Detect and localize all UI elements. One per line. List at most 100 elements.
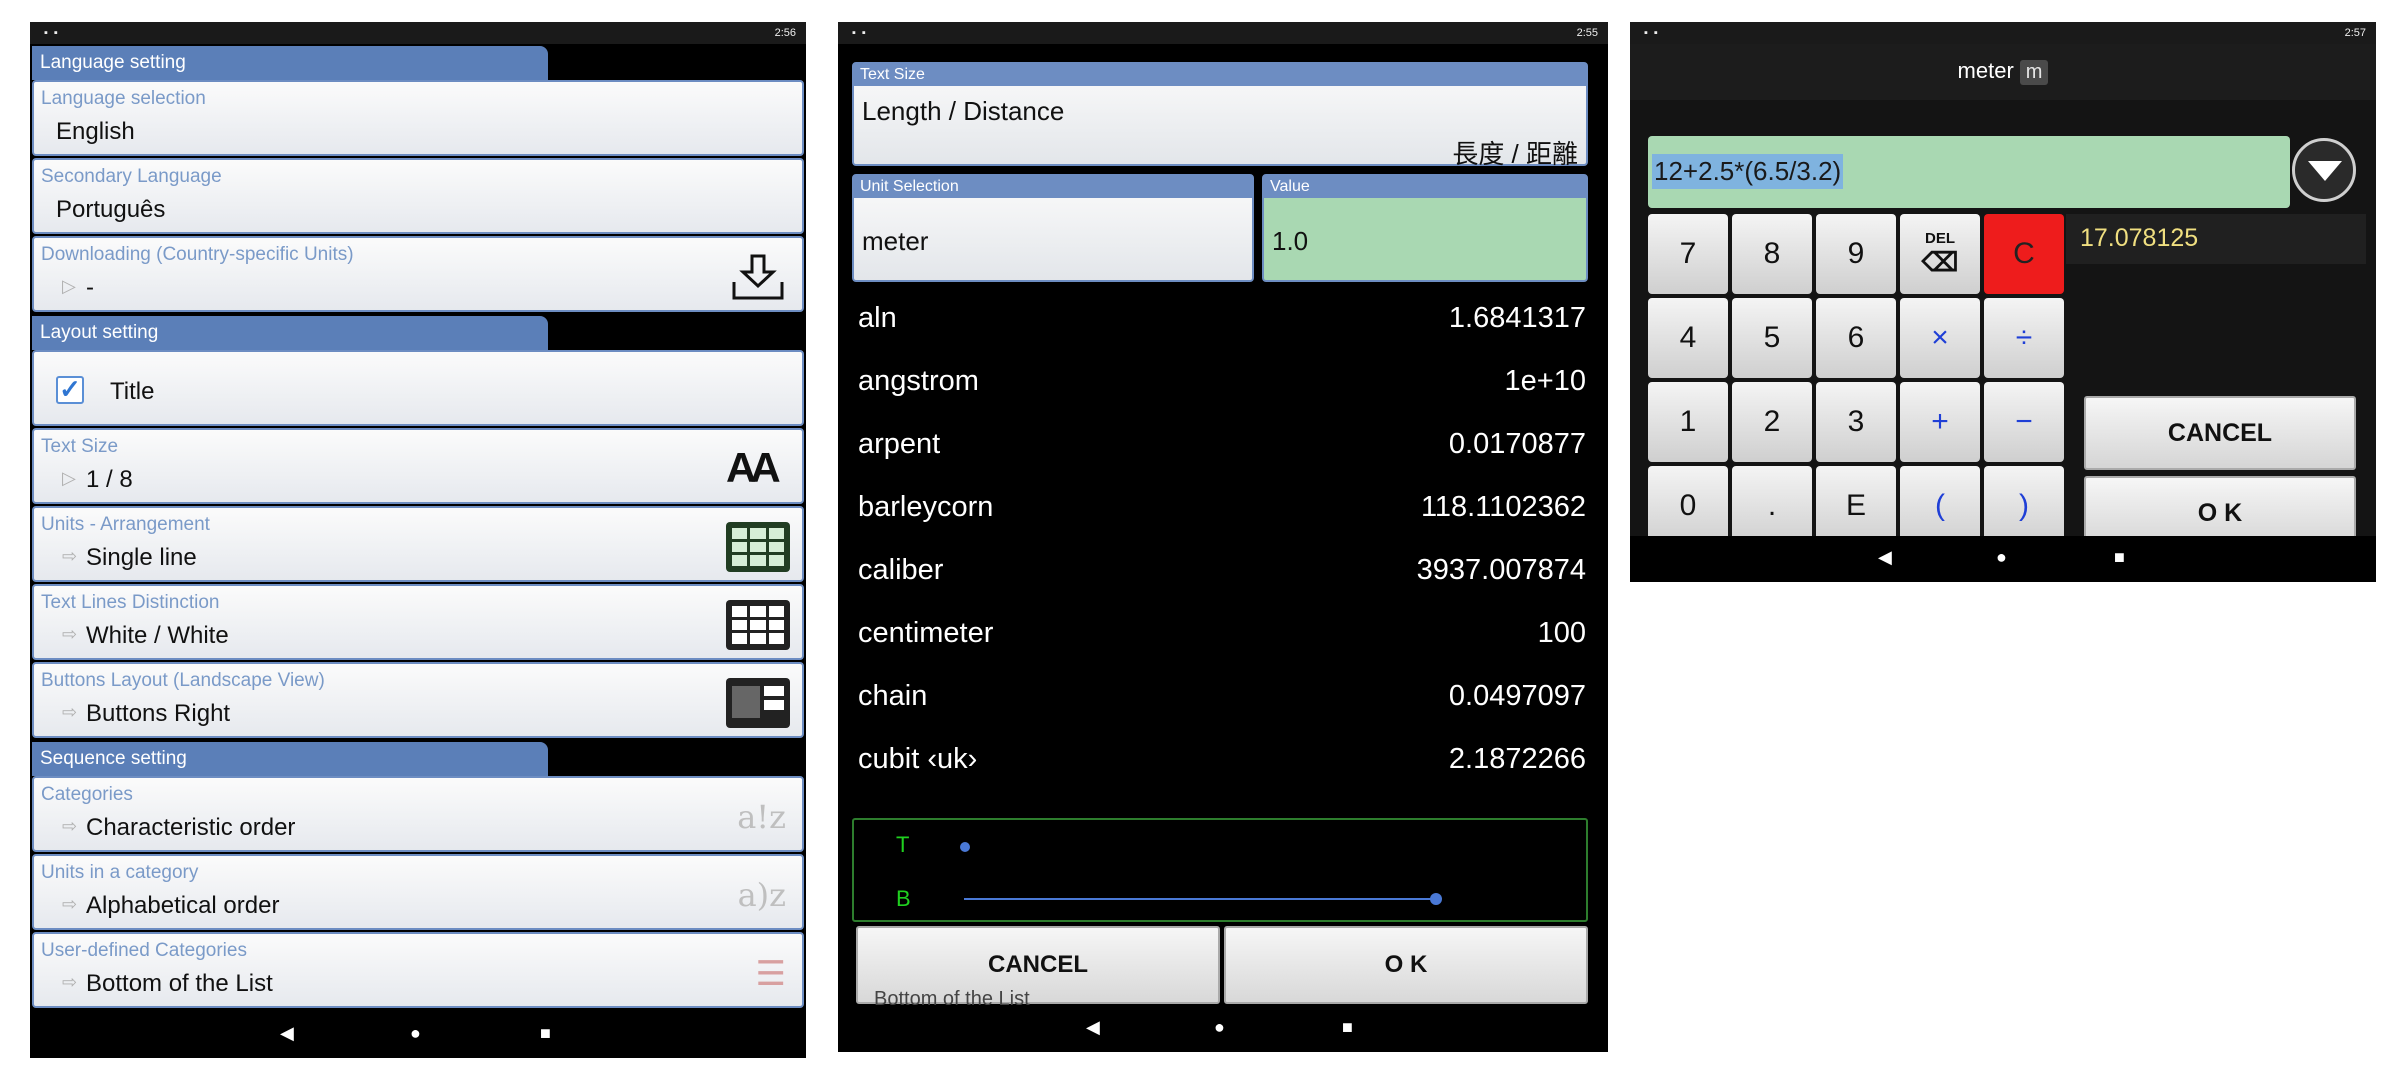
unit-row[interactable]: caliber 3937.007874 — [852, 540, 1596, 603]
arrow-icon: ⇨ — [62, 624, 78, 644]
unit-row[interactable]: centimeter 100 — [852, 603, 1596, 666]
close-paren-key[interactable]: ) — [1984, 466, 2064, 536]
row-text-size[interactable]: Text Size ▷ 1 / 8 AA — [32, 428, 804, 504]
row-value: Português — [56, 196, 166, 223]
text-size-icon: AA — [726, 444, 781, 491]
unit-value: 118.1102362 — [1420, 491, 1586, 523]
row-label: Text Lines Distinction — [41, 592, 220, 613]
open-paren-key[interactable]: ( — [1900, 466, 1980, 536]
title-checkbox[interactable]: ✓ — [56, 376, 84, 404]
home-icon[interactable]: ● — [1214, 1017, 1225, 1038]
unit-row[interactable]: arpent 0.0170877 — [852, 414, 1596, 477]
selected-unit: meter — [862, 226, 929, 256]
background-row-text: Bottom of the List — [874, 988, 1030, 1006]
key-5[interactable]: 5 — [1732, 298, 1812, 378]
key-1[interactable]: 1 — [1648, 382, 1728, 462]
row-label: Language selection — [41, 88, 206, 109]
category-box[interactable]: Text Size Length / Distance 長度 / 距離 — [852, 62, 1588, 169]
unit-row[interactable]: aln 1.6841317 — [852, 288, 1596, 351]
sort-icon: a!z — [737, 798, 786, 836]
exponent-key[interactable]: E — [1816, 466, 1896, 536]
minus-key[interactable]: − — [1984, 382, 2064, 462]
key-2[interactable]: 2 — [1732, 382, 1812, 462]
clear-key[interactable]: C — [1984, 214, 2064, 294]
conversion-screen: ▪▪ 2:55 Text Size Length / Distance 長度 /… — [838, 22, 1608, 1052]
unit-selection[interactable]: Unit Selection meter — [852, 174, 1254, 282]
row-downloading[interactable]: Downloading (Country-specific Units) ▷ - — [32, 236, 804, 312]
row-units-arrangement[interactable]: Units - Arrangement ⇨ Single line — [32, 506, 804, 582]
ok-button[interactable]: O K — [2084, 476, 2356, 536]
row-buttons-layout[interactable]: Buttons Layout (Landscape View) ⇨ Button… — [32, 662, 804, 738]
graph-area: T B — [852, 818, 1588, 922]
key-4[interactable]: 4 — [1648, 298, 1728, 378]
multiply-key[interactable]: × — [1900, 298, 1980, 378]
divide-key[interactable]: ÷ — [1984, 298, 2064, 378]
row-label: Categories — [41, 784, 133, 805]
row-language-selection[interactable]: Language selection English — [32, 80, 804, 156]
graph-bottom-label: B — [896, 886, 911, 911]
plus-key[interactable]: + — [1900, 382, 1980, 462]
row-label: Downloading (Country-specific Units) — [41, 244, 354, 265]
text-size-header: Text Size — [854, 64, 1586, 86]
unit-row[interactable]: chain 0.0497097 — [852, 666, 1596, 729]
unit-row[interactable]: barleycorn 118.1102362 — [852, 477, 1596, 540]
section-sequence-setting: Sequence setting — [32, 742, 548, 776]
delete-key[interactable]: DEL ⌫ — [1900, 214, 1980, 294]
home-icon[interactable]: ● — [410, 1023, 421, 1044]
backspace-icon: ⌫ — [1921, 247, 1959, 277]
calculator-screen: ▪▪ 2:57 meter m 12+2.5*(6.5/3.2) 7 8 9 DE… — [1630, 22, 2376, 582]
row-value: 1 / 8 — [86, 466, 133, 493]
back-icon[interactable]: ◀ — [280, 1023, 294, 1044]
recent-apps-icon[interactable]: ■ — [1342, 1017, 1353, 1038]
notification-icons: ▪▪ — [44, 27, 64, 39]
row-value: Single line — [86, 544, 197, 571]
key-7[interactable]: 7 — [1648, 214, 1728, 294]
result-display: 17.078125 — [2066, 214, 2366, 264]
key-8[interactable]: 8 — [1732, 214, 1812, 294]
unit-name: chain — [858, 680, 928, 712]
key-9[interactable]: 9 — [1816, 214, 1896, 294]
unit-row[interactable]: cubit ‹uk› 2.1872266 — [852, 729, 1596, 792]
arrow-icon: ⇨ — [62, 816, 78, 836]
arrow-icon: ⇨ — [62, 702, 78, 722]
ok-button[interactable]: O K — [1224, 926, 1588, 1004]
download-icon[interactable] — [726, 252, 790, 302]
recent-apps-icon[interactable]: ■ — [2114, 547, 2125, 568]
decimal-key[interactable]: . — [1732, 466, 1812, 536]
cancel-button[interactable]: CANCEL — [2084, 396, 2356, 470]
row-value: Title — [110, 378, 155, 405]
row-text-lines-distinction[interactable]: Text Lines Distinction ⇨ White / White — [32, 584, 804, 660]
conversion-dialog: Text Size Length / Distance 長度 / 距離 Unit… — [838, 44, 1608, 1006]
row-units-in-category[interactable]: Units in a category ⇨ Alphabetical order… — [32, 854, 804, 930]
unit-symbol-badge: m — [2019, 60, 2049, 85]
calculator-dialog: meter m 12+2.5*(6.5/3.2) 7 8 9 DEL ⌫ C 4 5… — [1630, 44, 2376, 536]
row-title[interactable]: ✓ Title — [32, 350, 804, 426]
row-value: White / White — [86, 622, 229, 649]
value-field[interactable]: Value 1.0 — [1262, 174, 1588, 282]
status-time: 2:56 — [774, 27, 796, 39]
unit-name: barleycorn — [858, 491, 994, 523]
unit-name: arpent — [858, 428, 941, 460]
home-icon[interactable]: ● — [1996, 547, 2007, 568]
recent-apps-icon[interactable]: ■ — [540, 1023, 551, 1044]
key-6[interactable]: 6 — [1816, 298, 1896, 378]
unit-row[interactable]: angstrom 1e+10 — [852, 351, 1596, 414]
nav-bar: ◀ ● ■ — [838, 1006, 1608, 1052]
row-categories[interactable]: Categories ⇨ Characteristic order a!z — [32, 776, 804, 852]
expression-field[interactable]: 12+2.5*(6.5/3.2) — [1648, 136, 2290, 208]
settings-list[interactable]: Language setting Language selection Engl… — [30, 44, 806, 1012]
key-3[interactable]: 3 — [1816, 382, 1896, 462]
unit-name: aln — [858, 302, 897, 334]
back-icon[interactable]: ◀ — [1086, 1017, 1100, 1038]
arrow-icon: ▷ — [62, 468, 76, 488]
buttons-layout-icon — [726, 678, 790, 728]
unit-value: 1.6841317 — [1448, 302, 1586, 334]
key-0[interactable]: 0 — [1648, 466, 1728, 536]
row-user-defined-categories[interactable]: User-defined Categories ⇨ Bottom of the … — [32, 932, 804, 1008]
delete-label: DEL — [1925, 230, 1955, 247]
alphabetical-sort-icon: a)z — [737, 876, 786, 914]
row-secondary-language[interactable]: Secondary Language Português — [32, 158, 804, 234]
dropdown-icon[interactable] — [2292, 138, 2356, 202]
unit-name: caliber — [858, 554, 944, 586]
back-icon[interactable]: ◀ — [1878, 547, 1892, 568]
